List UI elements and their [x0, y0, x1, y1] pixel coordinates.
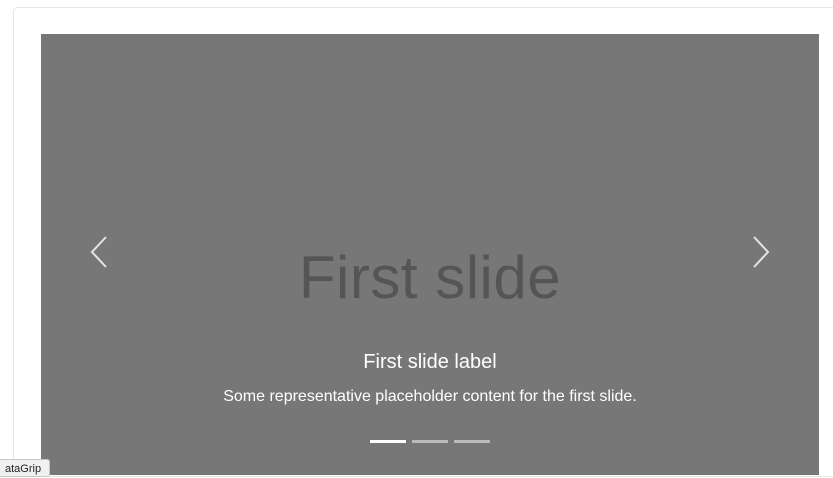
- chevron-left-icon: [89, 235, 109, 269]
- caption-title: First slide label: [363, 351, 497, 373]
- indicator-slide-1[interactable]: [370, 440, 406, 443]
- chevron-right-icon: [751, 235, 771, 269]
- caption-text: Some representative placeholder content …: [223, 388, 637, 405]
- carousel-next-button[interactable]: [741, 232, 781, 272]
- indicator-slide-2[interactable]: [412, 440, 448, 443]
- carousel-indicators: [41, 440, 819, 443]
- carousel: First slide First slide label Some repre…: [41, 34, 819, 475]
- slide-placeholder-text: First slide: [298, 244, 562, 311]
- carousel-prev-button[interactable]: [79, 232, 119, 272]
- app-tooltip: ataGrip: [0, 459, 51, 477]
- indicator-slide-3[interactable]: [454, 440, 490, 443]
